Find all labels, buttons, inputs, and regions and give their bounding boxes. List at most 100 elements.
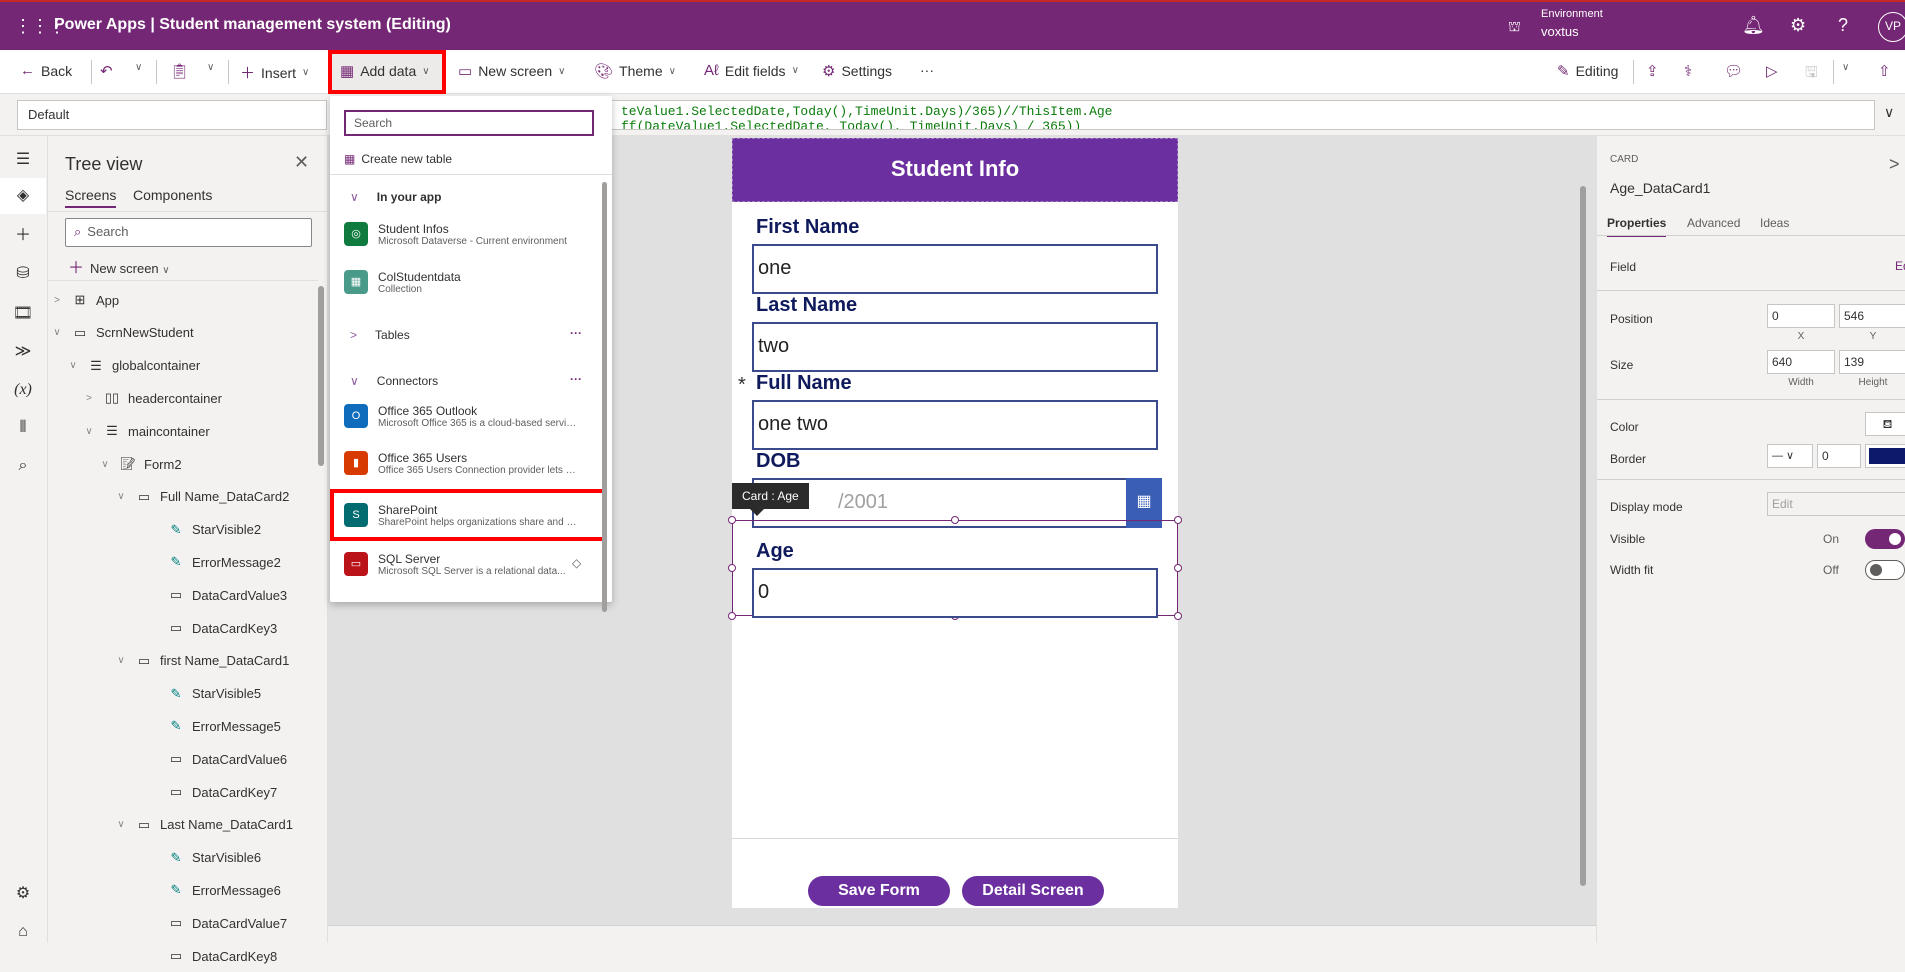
tree-view-layers-icon[interactable]: ◈ [0, 178, 46, 214]
tree-node[interactable]: ∨ ▭ Last Name_DataCard1 [48, 809, 318, 841]
control-name[interactable]: Age_DataCard1 [1610, 180, 1710, 196]
last-name-input[interactable]: two [752, 322, 1158, 372]
chevron-down-icon[interactable]: ∨ [114, 655, 128, 666]
fill-color-picker[interactable]: ⛾ [1865, 412, 1905, 436]
tree-node[interactable]: ∨ ☰ globalcontainer [48, 350, 318, 382]
height-input[interactable]: 139 [1839, 350, 1905, 374]
menu-scrollbar[interactable] [602, 182, 607, 612]
border-color-picker[interactable] [1865, 444, 1905, 468]
app-checker-button[interactable]: ⚕ [1684, 62, 1692, 80]
tree-node[interactable]: ✎ StarVisible5 [48, 678, 318, 710]
resize-handle[interactable] [728, 612, 736, 620]
first-name-input[interactable]: one [752, 244, 1158, 294]
new-screen-button[interactable]: ＋ New screen ∨ [68, 254, 170, 278]
save-form-button[interactable]: Save Form [808, 876, 950, 906]
tree-node[interactable]: ∨ ☰ maincontainer [48, 415, 318, 447]
resize-handle[interactable] [1174, 612, 1182, 620]
settings-button[interactable]: ⚙ Settings [822, 62, 892, 80]
save-dropdown[interactable]: ∨ [1842, 62, 1849, 73]
tree-node[interactable]: ▭ DataCardValue6 [48, 743, 318, 775]
tree-node[interactable]: ▭ DataCardKey8 [48, 940, 318, 972]
help-icon[interactable]: ? [1838, 15, 1848, 36]
edit-fields-button[interactable]: Aℓ Edit fields ∨ [704, 62, 799, 79]
resize-handle[interactable] [1174, 516, 1182, 524]
detail-screen-button[interactable]: Detail Screen [962, 876, 1104, 906]
more-commands-button[interactable]: ··· [920, 62, 934, 78]
add-data-button[interactable]: ▦ Add data ∨ [340, 62, 430, 80]
property-selector[interactable]: Default [17, 100, 327, 130]
chevron-right-icon[interactable]: > [1889, 154, 1900, 175]
undo-dropdown[interactable]: ∨ [135, 62, 142, 73]
resize-handle[interactable] [1174, 564, 1182, 572]
share-button[interactable]: ⇪ [1646, 62, 1659, 80]
connector-sql-server[interactable]: ▭ SQL Server Microsoft SQL Server is a re… [344, 544, 600, 584]
close-icon[interactable]: ✕ [294, 152, 309, 173]
connector-office365-outlook[interactable]: O Office 365 Outlook Microsoft Office 365… [344, 396, 600, 436]
tab-screens[interactable]: Screens [65, 187, 117, 208]
data-search-input[interactable]: Search [344, 110, 594, 136]
paste-button[interactable]: 📋︎ [170, 62, 189, 80]
insert-plus-icon[interactable]: ＋ [0, 218, 46, 254]
tree-node[interactable]: > ▯▯ headercontainer [48, 382, 318, 414]
connectors-section[interactable]: ∨ Connectors [350, 374, 438, 388]
media-icon[interactable]: 🎞︎ [0, 296, 46, 332]
position-x-input[interactable]: 0 [1767, 304, 1835, 328]
menu-hamburger-icon[interactable]: ☰ [0, 142, 46, 178]
tree-node[interactable]: ∨ ▭ ScrnNewStudent [48, 317, 318, 349]
editing-button[interactable]: ✎ Editing [1557, 62, 1618, 80]
full-name-input[interactable]: one two [752, 400, 1158, 450]
app-header-title[interactable]: Student Info [732, 138, 1178, 202]
tree-node[interactable]: ✎ StarVisible6 [48, 842, 318, 874]
publish-button[interactable]: ⇧ [1878, 62, 1891, 80]
edit-field-link[interactable]: Ed [1895, 259, 1905, 273]
search-icon[interactable]: ⌕ [0, 448, 46, 484]
chevron-down-icon[interactable]: ∨ [98, 459, 112, 470]
canvas-scrollbar[interactable] [1580, 186, 1586, 886]
tab-components[interactable]: Components [133, 187, 212, 203]
connector-office365-users[interactable]: ▮ Office 365 Users Office 365 Users Conne… [344, 443, 600, 483]
new-screen-button[interactable]: ▭ New screen ∨ [458, 62, 565, 80]
back-button[interactable]: ← Back [20, 62, 72, 79]
tree-search-input[interactable]: ⌕ Search [65, 218, 312, 247]
power-automate-icon[interactable]: ≫ [0, 334, 46, 370]
tree-scrollbar[interactable] [318, 286, 324, 466]
display-mode-dropdown[interactable]: Edit [1767, 492, 1905, 516]
paste-dropdown[interactable]: ∨ [207, 62, 214, 73]
advanced-tools-icon[interactable]: ⫴ [0, 410, 46, 446]
width-input[interactable]: 640 [1767, 350, 1835, 374]
copilot-robot-icon[interactable]: ⌂ [0, 914, 46, 950]
undo-button[interactable]: ↶ [100, 62, 113, 80]
resize-handle[interactable] [728, 564, 736, 572]
chevron-down-icon[interactable]: ∨ [114, 819, 128, 830]
theme-button[interactable]: 🎨︎ Theme ∨ [594, 62, 676, 80]
chevron-down-icon[interactable]: ∨ [82, 426, 96, 437]
position-y-input[interactable]: 546 [1839, 304, 1905, 328]
tab-ideas[interactable]: Ideas [1760, 216, 1789, 230]
environment-name[interactable]: voxtus [1541, 24, 1579, 39]
tree-node[interactable]: ∨ ▭ first Name_DataCard1 [48, 645, 318, 677]
tree-node[interactable]: ▭ DataCardValue3 [48, 579, 318, 611]
tree-node[interactable]: ✎ ErrorMessage5 [48, 710, 318, 742]
tree-node[interactable]: ▭ DataCardValue7 [48, 907, 318, 939]
connectors-more-button[interactable]: ··· [570, 372, 582, 386]
comments-button[interactable]: 💬︎ [1724, 62, 1743, 80]
chevron-right-icon[interactable]: > [50, 295, 64, 306]
tree-node[interactable]: > ⊞ App [48, 284, 318, 316]
chevron-down-icon[interactable]: ∨ [50, 327, 64, 338]
border-style-dropdown[interactable]: — ∨ [1767, 444, 1813, 468]
expand-formula-chevron-icon[interactable]: ∨ [1884, 104, 1894, 121]
visible-toggle[interactable] [1865, 529, 1905, 549]
resize-handle[interactable] [951, 516, 959, 524]
tree-node[interactable]: ✎ StarVisible2 [48, 514, 318, 546]
tab-advanced[interactable]: Advanced [1687, 216, 1740, 230]
settings-gear-icon[interactable]: ⚙ [0, 876, 46, 912]
tree-node[interactable]: ▭ DataCardKey3 [48, 612, 318, 644]
data-source-student-infos[interactable]: ◎ Student Infos Microsoft Dataverse - Cur… [344, 214, 600, 254]
border-width-input[interactable]: 0 [1817, 444, 1861, 468]
data-source-colstudentdata[interactable]: ▦ ColStudentdata Collection [344, 262, 600, 302]
width-fit-toggle[interactable] [1865, 560, 1905, 580]
chevron-down-icon[interactable]: ∨ [114, 491, 128, 502]
tree-node[interactable]: ✎ ErrorMessage2 [48, 546, 318, 578]
connector-sharepoint[interactable]: S SharePoint SharePoint helps organizatio… [344, 495, 600, 535]
tree-node[interactable]: ∨ ▭ Full Name_DataCard2 [48, 481, 318, 513]
